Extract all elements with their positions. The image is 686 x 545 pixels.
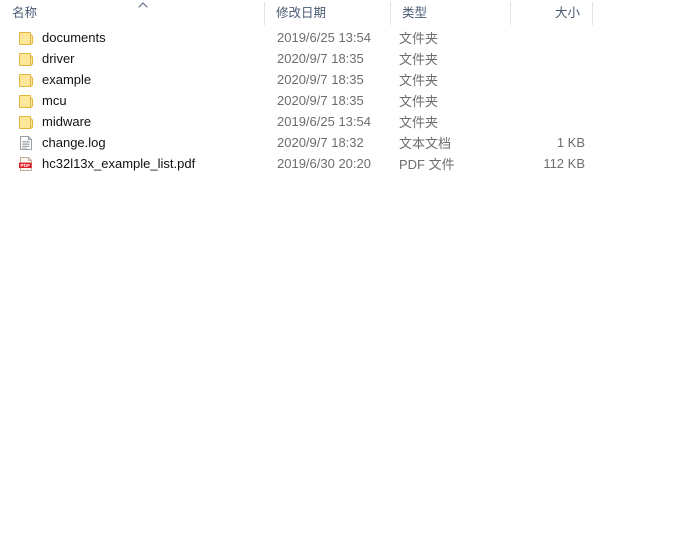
file-date-label: 2020/9/7 18:35 xyxy=(277,51,364,66)
file-explorer-details-view: 名称 修改日期 类型 大小 documents 2019/6/25 13:54 文件夹 dr… xyxy=(0,0,686,545)
pdf-file-icon: PDF xyxy=(18,156,34,172)
file-name-cell[interactable]: driver xyxy=(18,48,264,69)
file-size-cell: 112 KB xyxy=(510,153,585,174)
column-header-name-label: 名称 xyxy=(12,6,38,21)
chevron-up-icon xyxy=(137,1,149,9)
file-name-cell[interactable]: example xyxy=(18,69,264,90)
file-type-cell: 文件夹 xyxy=(399,111,510,132)
file-row[interactable]: PDF hc32l13x_example_list.pdf 2019/6/30 20… xyxy=(0,153,686,174)
file-size-cell: 1 KB xyxy=(510,132,585,153)
file-date-cell: 2020/9/7 18:35 xyxy=(277,90,390,111)
column-header-size-label: 大小 xyxy=(554,6,580,21)
file-type-cell: 文本文档 xyxy=(399,132,510,153)
file-date-cell: 2019/6/30 20:20 xyxy=(277,153,390,174)
file-row[interactable]: mcu 2020/9/7 18:35 文件夹 xyxy=(0,90,686,111)
file-type-cell: 文件夹 xyxy=(399,90,510,111)
file-type-label: 文件夹 xyxy=(399,73,439,88)
file-name-label: driver xyxy=(42,51,75,66)
column-header-type[interactable]: 类型 xyxy=(390,0,510,27)
file-name-cell[interactable]: documents xyxy=(18,27,264,48)
file-size-label: 112 KB xyxy=(543,156,585,171)
file-name-label: mcu xyxy=(42,93,67,108)
svg-text:PDF: PDF xyxy=(20,162,30,168)
file-date-cell: 2020/9/7 18:32 xyxy=(277,132,390,153)
file-date-cell: 2019/6/25 13:54 xyxy=(277,111,390,132)
column-header-name[interactable]: 名称 xyxy=(0,0,264,27)
file-type-label: 文件夹 xyxy=(399,31,439,46)
file-type-cell: PDF 文件 xyxy=(399,153,510,174)
column-separator-3[interactable] xyxy=(592,2,593,25)
file-type-cell: 文件夹 xyxy=(399,48,510,69)
file-type-label: 文件夹 xyxy=(399,94,439,109)
file-name-label: change.log xyxy=(42,135,106,150)
file-name-label: example xyxy=(42,72,92,87)
file-size-label: 1 KB xyxy=(556,135,585,150)
file-list[interactable]: documents 2019/6/25 13:54 文件夹 driver 2020/9/… xyxy=(0,27,686,174)
file-date-label: 2019/6/30 20:20 xyxy=(277,156,371,171)
column-separator-0[interactable] xyxy=(264,2,265,25)
file-type-label: 文件夹 xyxy=(399,115,439,130)
file-type-label: 文本文档 xyxy=(399,136,452,151)
folder-icon xyxy=(18,72,34,88)
file-size-cell xyxy=(510,48,585,69)
file-date-cell: 2020/9/7 18:35 xyxy=(277,48,390,69)
file-row[interactable]: midware 2019/6/25 13:54 文件夹 xyxy=(0,111,686,132)
file-row[interactable]: documents 2019/6/25 13:54 文件夹 xyxy=(0,27,686,48)
text-file-icon xyxy=(18,135,34,151)
column-separator-1[interactable] xyxy=(390,2,391,25)
file-name-label: hc32l13x_example_list.pdf xyxy=(42,156,196,171)
file-size-cell xyxy=(510,27,585,48)
file-size-cell xyxy=(510,69,585,90)
empty-list-background[interactable] xyxy=(0,180,686,545)
column-header-date[interactable]: 修改日期 xyxy=(264,0,390,27)
file-date-label: 2020/9/7 18:35 xyxy=(277,93,364,108)
folder-icon xyxy=(18,114,34,130)
column-header-type-label: 类型 xyxy=(402,6,428,21)
file-size-cell xyxy=(510,111,585,132)
file-row[interactable]: change.log 2020/9/7 18:32 文本文档 1 KB xyxy=(0,132,686,153)
file-type-label: PDF 文件 xyxy=(399,157,455,172)
file-name-cell[interactable]: PDF hc32l13x_example_list.pdf xyxy=(18,153,264,174)
folder-icon xyxy=(18,51,34,67)
file-date-cell: 2020/9/7 18:35 xyxy=(277,69,390,90)
column-header-date-label: 修改日期 xyxy=(276,6,327,21)
column-header-row: 名称 修改日期 类型 大小 xyxy=(0,0,686,27)
file-type-cell: 文件夹 xyxy=(399,69,510,90)
file-date-cell: 2019/6/25 13:54 xyxy=(277,27,390,48)
file-name-cell[interactable]: mcu xyxy=(18,90,264,111)
file-name-label: midware xyxy=(42,114,92,129)
file-size-cell xyxy=(510,90,585,111)
column-separator-2[interactable] xyxy=(510,2,511,25)
file-name-cell[interactable]: midware xyxy=(18,111,264,132)
file-row[interactable]: driver 2020/9/7 18:35 文件夹 xyxy=(0,48,686,69)
file-type-label: 文件夹 xyxy=(399,52,439,67)
file-name-cell[interactable]: change.log xyxy=(18,132,264,153)
folder-icon xyxy=(18,30,34,46)
file-row[interactable]: example 2020/9/7 18:35 文件夹 xyxy=(0,69,686,90)
folder-icon xyxy=(18,93,34,109)
file-date-label: 2020/9/7 18:32 xyxy=(277,135,364,150)
file-date-label: 2020/9/7 18:35 xyxy=(277,72,364,87)
file-type-cell: 文件夹 xyxy=(399,27,510,48)
file-date-label: 2019/6/25 13:54 xyxy=(277,114,371,129)
file-date-label: 2019/6/25 13:54 xyxy=(277,30,371,45)
column-header-size[interactable]: 大小 xyxy=(510,0,592,27)
file-name-label: documents xyxy=(42,30,106,45)
